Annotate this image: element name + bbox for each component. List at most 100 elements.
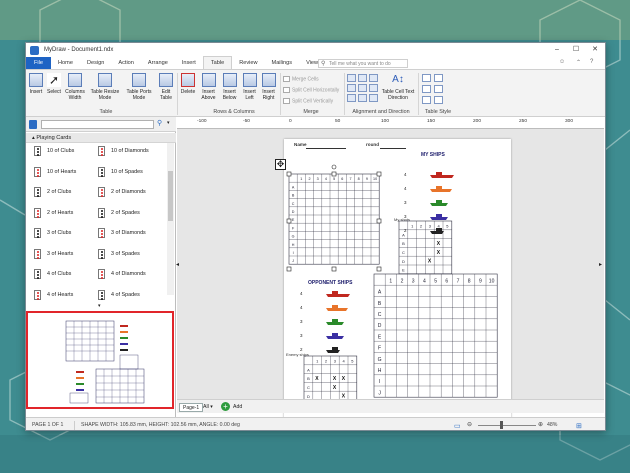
align-top-right-icon[interactable] xyxy=(369,74,378,82)
fit-page-icon[interactable]: ▭ xyxy=(454,419,461,430)
tab-table[interactable]: Table xyxy=(202,56,233,69)
table-style-4-icon[interactable] xyxy=(434,85,443,93)
ship-count-label: 3 xyxy=(404,200,407,205)
user-icon[interactable]: ☺ xyxy=(559,59,565,65)
delete-button[interactable]: Delete xyxy=(179,73,197,95)
tell-me-input[interactable]: Tell me what you want to do xyxy=(318,59,408,68)
grid-column-label: 5 xyxy=(434,278,437,284)
table-resize-mode-button[interactable]: Table Resize Mode xyxy=(88,73,122,101)
library-shape-item[interactable]: 3 of Diamonds xyxy=(98,227,146,239)
table-ports-mode-button[interactable]: Table Ports Mode xyxy=(124,73,154,101)
library-shape-item[interactable]: 10 of Hearts xyxy=(34,166,76,178)
collapse-right-panel-icon[interactable]: ▸ xyxy=(599,261,602,268)
library-shape-item[interactable]: 4 of Diamonds xyxy=(98,268,146,280)
table-style-1-icon[interactable] xyxy=(422,74,431,82)
page-preview[interactable] xyxy=(26,311,174,409)
move-handle-icon[interactable]: ✥ xyxy=(275,159,286,170)
all-pages-dropdown[interactable]: All ▾ xyxy=(203,404,213,410)
ruler-tick-label: 0 xyxy=(289,119,292,124)
zoom-slider[interactable] xyxy=(478,425,536,426)
fit-width-icon[interactable]: ⊞ xyxy=(576,419,582,430)
group-label-table: Table xyxy=(99,109,113,115)
library-shape-item[interactable]: 3 of Spades xyxy=(98,248,140,260)
align-bottom-center-icon[interactable] xyxy=(358,94,367,102)
panel-splitter-icon[interactable]: ▾ xyxy=(98,303,101,309)
insert-above-button[interactable]: Insert Above xyxy=(199,73,218,101)
zoom-slider-thumb[interactable] xyxy=(500,421,503,429)
zoom-out-icon[interactable]: ⊖ xyxy=(467,418,472,430)
library-shape-item[interactable]: 2 of Clubs xyxy=(34,186,71,198)
library-search-input[interactable] xyxy=(41,120,154,129)
align-bottom-right-icon[interactable] xyxy=(369,94,378,102)
library-shape-item[interactable]: 4 of Hearts xyxy=(34,289,73,301)
text-direction-button[interactable]: A↕ Table Cell Text Direction xyxy=(381,73,415,101)
tab-action[interactable]: Action xyxy=(111,57,141,69)
align-top-left-icon[interactable] xyxy=(347,74,356,82)
close-icon[interactable]: ✕ xyxy=(587,43,603,57)
opponent-ship-icon xyxy=(326,347,340,353)
page-tab-1[interactable]: Page-1 xyxy=(179,403,204,412)
insert-table-button[interactable]: Insert xyxy=(28,73,44,95)
table-style-5-icon[interactable] xyxy=(422,96,431,104)
playing-card-icon xyxy=(34,187,41,197)
align-bottom-left-icon[interactable] xyxy=(347,94,356,102)
minimize-icon[interactable]: – xyxy=(549,43,565,57)
edit-table-label: Edit Table xyxy=(160,89,172,101)
table-style-2-icon[interactable] xyxy=(434,74,443,82)
tab-file[interactable]: File xyxy=(26,57,52,69)
insert-below-button[interactable]: Insert Below xyxy=(220,73,239,101)
maximize-icon[interactable]: ☐ xyxy=(568,43,584,57)
table-style-6-icon[interactable] xyxy=(434,96,443,104)
split-horizontal-button[interactable]: Split Cell Horizontally xyxy=(283,87,339,93)
library-shape-item[interactable]: 10 of Spades xyxy=(98,166,143,178)
align-top-center-icon[interactable] xyxy=(358,74,367,82)
add-page-label[interactable]: Add xyxy=(233,404,242,410)
tab-mailings[interactable]: Mailings xyxy=(265,57,300,69)
library-scrollbar[interactable] xyxy=(167,143,174,295)
merge-cells-button[interactable]: Merge Cells xyxy=(283,76,319,82)
tab-home[interactable]: Home xyxy=(51,57,80,69)
collapse-ribbon-icon[interactable]: ⌃ xyxy=(576,59,581,66)
library-shape-item[interactable]: 2 of Spades xyxy=(98,207,140,219)
library-shape-item[interactable]: 10 of Diamonds xyxy=(98,145,149,157)
grid-column-label: 5 xyxy=(446,224,449,229)
help-icon[interactable]: ? xyxy=(590,59,593,65)
align-middle-center-icon[interactable] xyxy=(358,84,367,92)
zoom-in-icon[interactable]: ⊕ xyxy=(538,418,543,430)
tab-insert[interactable]: Insert xyxy=(175,57,203,69)
ship-count-label: 3 xyxy=(300,333,303,338)
tab-review[interactable]: Review xyxy=(232,57,264,69)
library-category-header[interactable]: ▴ Playing Cards xyxy=(26,133,176,143)
horizontal-ruler[interactable]: -100-50050100150200250300350 xyxy=(177,117,604,129)
insert-right-button[interactable]: Insert Right xyxy=(260,73,277,101)
library-shape-item[interactable]: 4 of Clubs xyxy=(34,268,71,280)
library-shape-item[interactable]: 4 of Spades xyxy=(98,289,140,301)
search-icon[interactable]: ⚲ xyxy=(157,119,162,127)
select-button[interactable]: ➚ Select xyxy=(46,73,62,95)
align-middle-right-icon[interactable] xyxy=(369,84,378,92)
table-style-3-icon[interactable] xyxy=(422,85,431,93)
columns-width-button[interactable]: Columns Width xyxy=(64,73,86,101)
split-vertical-button[interactable]: Split Cell Vertically xyxy=(283,98,333,104)
tab-arrange[interactable]: Arrange xyxy=(141,57,175,69)
add-page-icon[interactable]: + xyxy=(221,402,230,411)
library-shape-item[interactable]: 2 of Diamonds xyxy=(98,186,146,198)
collapse-left-panel-icon[interactable]: ◂ xyxy=(176,261,179,268)
library-shape-item[interactable]: 2 of Hearts xyxy=(34,207,73,219)
library-shape-item[interactable]: 10 of Clubs xyxy=(34,145,74,157)
library-shape-item[interactable]: 3 of Clubs xyxy=(34,227,71,239)
playing-card-icon xyxy=(98,269,105,279)
library-shape-label: 3 of Spades xyxy=(111,250,140,257)
edit-table-button[interactable]: Edit Table xyxy=(156,73,176,101)
grid-row-label: J xyxy=(292,259,294,263)
selection-handle xyxy=(331,171,337,177)
tab-design[interactable]: Design xyxy=(80,57,111,69)
scrollbar-thumb[interactable] xyxy=(168,171,173,221)
library-icon[interactable] xyxy=(29,120,37,129)
ship-icon xyxy=(430,200,448,206)
align-middle-left-icon[interactable] xyxy=(347,84,356,92)
chevron-down-icon[interactable]: ▾ xyxy=(167,120,170,126)
insert-left-button[interactable]: Insert Left xyxy=(241,73,258,101)
library-shape-item[interactable]: 3 of Hearts xyxy=(34,248,73,260)
shot-mark: X xyxy=(428,259,432,265)
